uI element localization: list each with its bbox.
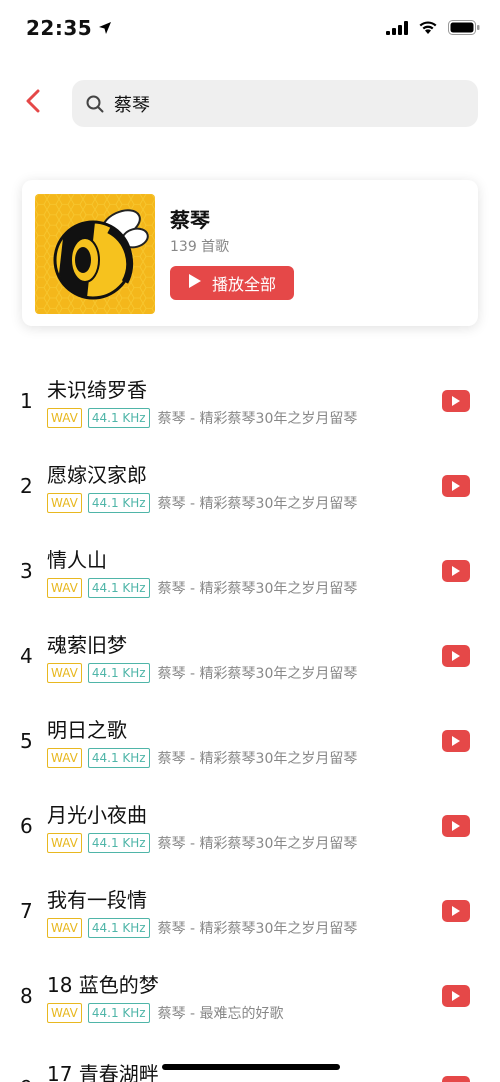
song-subtitle: 蔡琴 - 最难忘的好歌 xyxy=(157,1006,284,1022)
song-subtitle: 蔡琴 - 精彩蔡琴30年之岁月留琴 xyxy=(157,751,358,767)
search-icon xyxy=(86,95,104,113)
video-play-icon xyxy=(451,392,461,411)
song-subtitle: 蔡琴 - 精彩蔡琴30年之岁月留琴 xyxy=(157,836,358,852)
song-meta: WAV 44.1 KHz 蔡琴 - 精彩蔡琴30年之岁月留琴 xyxy=(47,833,357,853)
format-badge: WAV xyxy=(47,918,82,938)
song-meta: WAV 44.1 KHz 蔡琴 - 精彩蔡琴30年之岁月留琴 xyxy=(47,408,357,428)
song-index: 8 xyxy=(20,984,33,1008)
sample-rate-badge: 44.1 KHz xyxy=(87,578,150,598)
video-play-button[interactable] xyxy=(442,985,470,1007)
song-row[interactable]: 4 魂萦旧梦 WAV 44.1 KHz 蔡琴 - 精彩蔡琴30年之岁月留琴 xyxy=(0,613,500,698)
video-play-icon xyxy=(451,647,461,666)
song-index: 5 xyxy=(20,729,33,753)
video-play-button[interactable] xyxy=(442,560,470,582)
artist-name: 蔡琴 xyxy=(170,208,210,232)
sample-rate-badge: 44.1 KHz xyxy=(87,1003,150,1023)
sample-rate-badge: 44.1 KHz xyxy=(87,408,150,428)
song-title: 明日之歌 xyxy=(47,718,127,742)
video-play-icon xyxy=(451,817,461,836)
sample-rate-badge: 44.1 KHz xyxy=(87,918,150,938)
song-subtitle: 蔡琴 - 精彩蔡琴30年之岁月留琴 xyxy=(157,411,358,427)
song-row[interactable]: 5 明日之歌 WAV 44.1 KHz 蔡琴 - 精彩蔡琴30年之岁月留琴 xyxy=(0,698,500,783)
song-index: 9 xyxy=(20,1076,42,1082)
cellular-signal-icon xyxy=(386,20,408,39)
song-subtitle: 蔡琴 - 精彩蔡琴30年之岁月留琴 xyxy=(157,496,358,512)
status-bar: 22:35 xyxy=(0,0,500,60)
wifi-icon xyxy=(418,20,438,39)
format-badge: WAV xyxy=(47,833,82,853)
status-time-group: 22:35 xyxy=(26,16,112,40)
artist-card[interactable]: 蔡琴 139 首歌 播放全部 xyxy=(22,180,478,326)
song-row[interactable]: 2 愿嫁汉家郎 WAV 44.1 KHz 蔡琴 - 精彩蔡琴30年之岁月留琴 xyxy=(0,443,500,528)
song-row[interactable]: 3 情人山 WAV 44.1 KHz 蔡琴 - 精彩蔡琴30年之岁月留琴 xyxy=(0,528,500,613)
play-icon xyxy=(188,273,202,293)
song-index: 7 xyxy=(20,899,33,923)
song-row[interactable]: 1 未识绮罗香 WAV 44.1 KHz 蔡琴 - 精彩蔡琴30年之岁月留琴 xyxy=(0,358,500,443)
video-play-button[interactable] xyxy=(442,390,470,412)
song-title: 月光小夜曲 xyxy=(47,803,147,827)
play-all-button[interactable]: 播放全部 xyxy=(170,266,294,300)
bee-logo-icon xyxy=(35,194,155,314)
song-meta: WAV 44.1 KHz 蔡琴 - 精彩蔡琴30年之岁月留琴 xyxy=(47,918,357,938)
status-time: 22:35 xyxy=(26,16,93,40)
song-row[interactable]: 6 月光小夜曲 WAV 44.1 KHz 蔡琴 - 精彩蔡琴30年之岁月留琴 xyxy=(0,783,500,868)
song-title: 情人山 xyxy=(47,548,107,572)
sample-rate-badge: 44.1 KHz xyxy=(87,833,150,853)
song-index: 2 xyxy=(20,474,33,498)
artist-song-count: 139 首歌 xyxy=(170,239,230,255)
song-title: 17 青春湖畔 xyxy=(47,1062,159,1082)
sample-rate-badge: 44.1 KHz xyxy=(87,748,150,768)
song-subtitle: 蔡琴 - 精彩蔡琴30年之岁月留琴 xyxy=(157,666,358,682)
video-play-button[interactable] xyxy=(442,475,470,497)
video-play-button[interactable] xyxy=(442,900,470,922)
song-meta: WAV 44.1 KHz 蔡琴 - 精彩蔡琴30年之岁月留琴 xyxy=(47,578,357,598)
video-play-icon xyxy=(451,987,461,1006)
video-play-icon xyxy=(451,732,461,751)
search-input[interactable]: 蔡琴 xyxy=(72,80,478,127)
video-play-icon xyxy=(451,477,461,496)
song-row[interactable]: 7 我有一段情 WAV 44.1 KHz 蔡琴 - 精彩蔡琴30年之岁月留琴 xyxy=(0,868,500,953)
song-list: 1 未识绮罗香 WAV 44.1 KHz 蔡琴 - 精彩蔡琴30年之岁月留琴 2… xyxy=(0,358,500,1038)
format-badge: WAV xyxy=(47,748,82,768)
song-meta: WAV 44.1 KHz 蔡琴 - 精彩蔡琴30年之岁月留琴 xyxy=(47,663,357,683)
video-play-button[interactable] xyxy=(442,730,470,752)
battery-icon xyxy=(448,20,480,39)
song-meta: WAV 44.1 KHz 蔡琴 - 精彩蔡琴30年之岁月留琴 xyxy=(47,748,357,768)
song-title: 魂萦旧梦 xyxy=(47,633,127,657)
video-play-icon xyxy=(451,562,461,581)
play-all-label: 播放全部 xyxy=(211,275,276,294)
song-index: 4 xyxy=(20,644,33,668)
format-badge: WAV xyxy=(47,408,82,428)
format-badge: WAV xyxy=(47,578,82,598)
sample-rate-badge: 44.1 KHz xyxy=(87,493,150,513)
song-meta: WAV 44.1 KHz 蔡琴 - 最难忘的好歌 xyxy=(47,1003,284,1023)
song-title: 未识绮罗香 xyxy=(47,378,147,402)
song-subtitle: 蔡琴 - 精彩蔡琴30年之岁月留琴 xyxy=(157,921,358,937)
song-index: 6 xyxy=(20,814,33,838)
video-play-button[interactable] xyxy=(442,1076,470,1082)
back-button[interactable] xyxy=(18,88,48,118)
status-icons xyxy=(386,20,480,39)
video-play-button[interactable] xyxy=(442,645,470,667)
song-subtitle: 蔡琴 - 精彩蔡琴30年之岁月留琴 xyxy=(157,581,358,597)
video-play-icon xyxy=(451,1078,461,1082)
video-play-button[interactable] xyxy=(442,815,470,837)
home-indicator[interactable] xyxy=(162,1064,340,1070)
location-arrow-icon xyxy=(98,16,112,40)
sample-rate-badge: 44.1 KHz xyxy=(87,663,150,683)
format-badge: WAV xyxy=(47,493,82,513)
song-index: 1 xyxy=(20,389,33,413)
chevron-left-icon xyxy=(25,89,41,117)
video-play-icon xyxy=(451,902,461,921)
song-title: 我有一段情 xyxy=(47,888,147,912)
song-title: 愿嫁汉家郎 xyxy=(47,463,147,487)
artist-avatar xyxy=(35,194,155,314)
song-meta: WAV 44.1 KHz 蔡琴 - 精彩蔡琴30年之岁月留琴 xyxy=(47,493,357,513)
song-row[interactable]: 8 18 蓝色的梦 WAV 44.1 KHz 蔡琴 - 最难忘的好歌 xyxy=(0,953,500,1038)
song-title: 18 蓝色的梦 xyxy=(47,973,159,997)
search-query: 蔡琴 xyxy=(114,94,150,116)
format-badge: WAV xyxy=(47,1003,82,1023)
format-badge: WAV xyxy=(47,663,82,683)
song-index: 3 xyxy=(20,559,33,583)
